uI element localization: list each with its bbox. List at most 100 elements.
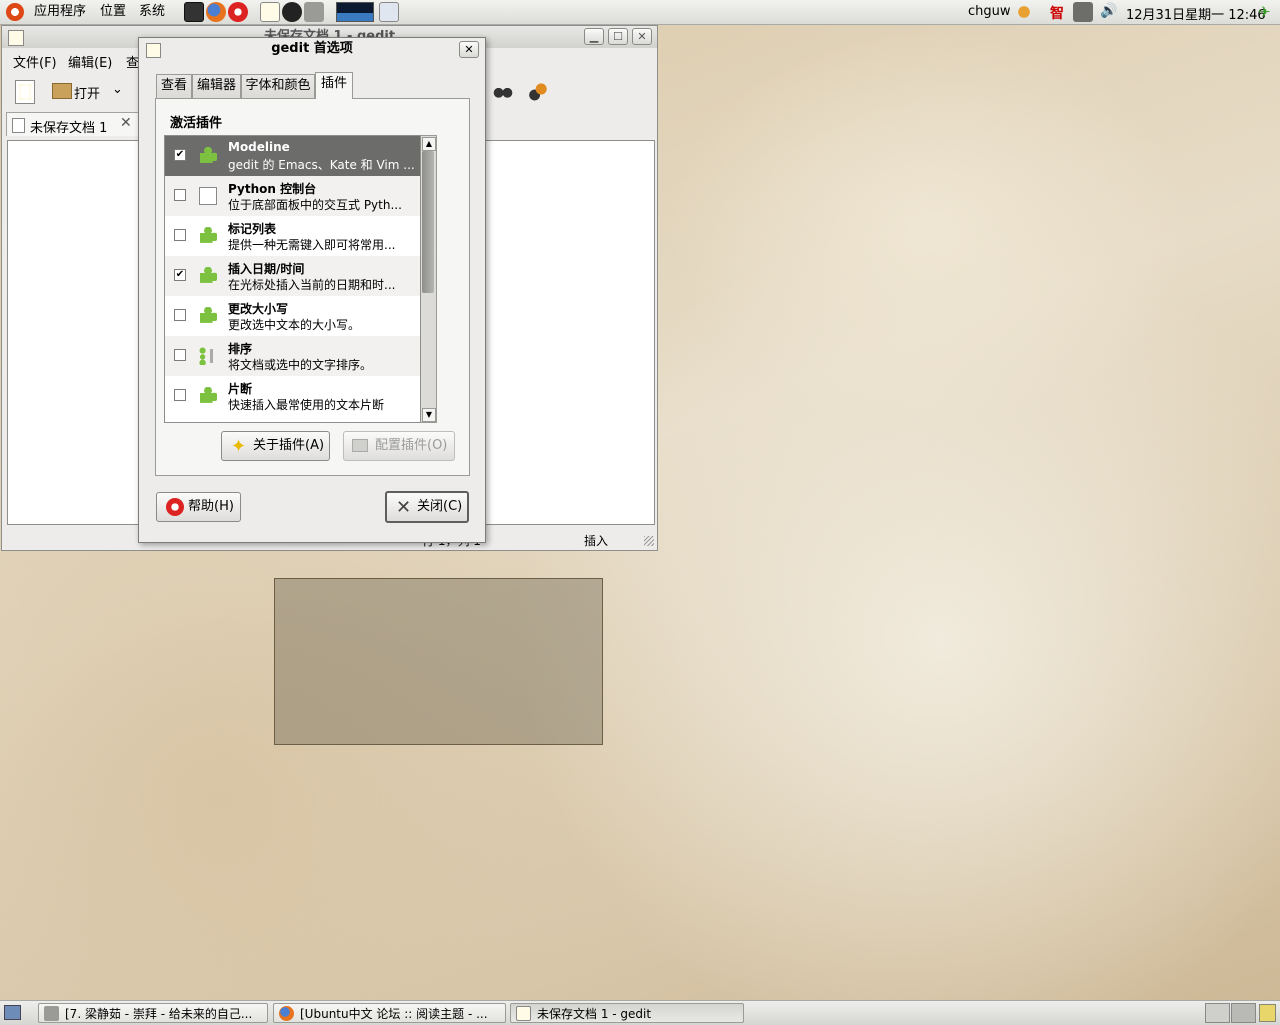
bottom-panel: [7. 梁静茹 - 崇拜 - 给未来的自己... [Ubuntu中文 论坛 ::… [0,1000,1280,1025]
workspace-switcher-1[interactable] [1205,1003,1230,1023]
system-monitor-graph[interactable] [336,2,374,22]
star-icon: ✦ [231,436,247,457]
scroll-up-arrow[interactable]: ▲ [422,137,436,151]
puzzle-piece-icon [199,227,217,245]
new-document-icon[interactable] [15,80,35,104]
close-tab-icon[interactable]: ✕ [120,115,132,131]
trash-icon[interactable] [1259,1004,1276,1022]
chevron-down-icon[interactable]: ⌄ [112,82,123,97]
help-lifebuoy-icon[interactable] [228,2,248,22]
help-label: 帮助(H) [188,499,234,514]
resize-grip[interactable] [644,536,654,546]
insert-mode: 插入 [584,534,609,548]
menu-file[interactable]: 文件(F) [13,52,57,71]
shutdown-icon[interactable]: ✈ [1258,3,1271,21]
taskbar-item-music-player[interactable]: [7. 梁静茹 - 崇拜 - 给未来的自己... [38,1003,268,1023]
plugin-row-modeline[interactable]: ✔ Modeline gedit 的 Emacs、Kate 和 Vim ... [165,136,420,176]
music-player-icon [44,1006,59,1021]
firefox-icon [279,1006,294,1021]
plugin-checkbox[interactable] [174,389,186,401]
taskbar-label: [7. 梁静茹 - 崇拜 - 给未来的自己... [65,1007,253,1021]
plugin-row-snippets[interactable]: 片断 快速插入最常使用的文本片断 [165,376,420,416]
network-icon[interactable] [1073,2,1093,22]
plugin-row-sort[interactable]: 排序 将文档或选中的文字排序。 [165,336,420,376]
find-icon[interactable] [492,82,514,100]
tab-plugins[interactable]: 插件 [315,72,353,99]
tab-view[interactable]: 查看 [156,74,192,98]
menu-system[interactable]: 系统 [133,0,171,24]
text-editor-icon [516,1006,531,1021]
plugin-row-change-case[interactable]: 更改大小写 更改选中文本的大小写。 [165,296,420,336]
username-label[interactable]: chguw [968,4,1011,19]
configure-plugin-label: 配置插件(O) [375,438,448,453]
plugin-list[interactable]: ✔ Modeline gedit 的 Emacs、Kate 和 Vim ... … [164,135,421,423]
taskbar-label: 未保存文档 1 - gedit [537,1007,652,1021]
plugin-description: gedit 的 Emacs、Kate 和 Vim ... [228,158,415,172]
taskbar-item-firefox[interactable]: [Ubuntu中文 论坛 :: 阅读主题 - ... [273,1003,506,1023]
scroll-down-arrow[interactable]: ▼ [422,408,436,422]
document-tab[interactable]: 未保存文档 1 ✕ [6,112,139,136]
sort-icon [199,347,217,365]
workspace-switcher-2[interactable] [1231,1003,1256,1023]
plugin-checkbox[interactable]: ✔ [174,149,186,161]
plugin-name: 标记列表 [228,222,277,236]
show-desktop-icon[interactable] [4,1005,21,1020]
about-plugin-button[interactable]: ✦ 关于插件(A) [221,431,330,461]
maximize-button[interactable]: ☐ [608,28,628,45]
input-method-icon[interactable]: 智 [1050,3,1064,23]
ubuntu-logo-icon[interactable] [6,3,24,21]
dialog-close-button[interactable]: ✕ [459,41,479,58]
plugin-row-insert-datetime[interactable]: ✔ 插入日期/时间 在光标处插入当前的日期和时... [165,256,420,296]
font-icon[interactable] [282,2,302,22]
terminal-icon[interactable] [184,2,204,22]
plugin-name: Python 控制台 [228,182,317,196]
plugin-row-tag-list[interactable]: 标记列表 提供一种无需键入即可将常用... [165,216,420,256]
minimize-button[interactable]: ▁ [584,28,604,45]
menu-applications[interactable]: 应用程序 [28,0,92,24]
replace-icon[interactable] [528,81,550,101]
taskbar-item-gedit[interactable]: 未保存文档 1 - gedit [510,1003,744,1023]
plugin-list-scrollbar[interactable]: ▲ ▼ [421,135,437,423]
firefox-icon[interactable] [206,2,226,22]
active-plugins-heading: 激活插件 [170,116,223,131]
plugin-checkbox[interactable] [174,349,186,361]
plugin-description: 在光标处插入当前的日期和时... [228,278,396,292]
scrollbar-thumb[interactable] [422,151,434,293]
plugin-description: 更改选中文本的大小写。 [228,318,361,332]
text-editor-icon[interactable] [260,2,280,22]
plugin-checkbox[interactable] [174,189,186,201]
camera-icon[interactable] [304,2,324,22]
plugin-checkbox[interactable] [174,309,186,321]
plugin-description: 位于底部面板中的交互式 Pyth... [228,198,402,212]
screenshot-icon[interactable] [379,2,399,22]
help-button[interactable]: 帮助(H) [156,492,241,522]
plugin-description: 快速插入最常使用的文本片断 [228,398,385,412]
menu-edit[interactable]: 编辑(E) [68,52,112,71]
document-icon [12,118,25,133]
preferences-dialog: gedit 首选项 ✕ 查看 编辑器 字体和颜色 插件 激活插件 ✔ Model… [138,37,486,543]
plugin-name: 更改大小写 [228,302,289,316]
puzzle-piece-icon [199,387,217,405]
tab-fonts-colors[interactable]: 字体和颜色 [241,74,315,98]
plugin-row-python-console[interactable]: Python 控制台 位于底部面板中的交互式 Pyth... [165,176,420,216]
puzzle-piece-icon [199,147,217,165]
close-button[interactable]: ✕ 关闭(C) [385,491,469,523]
puzzle-piece-icon [199,267,217,285]
network-switch-icon[interactable] [1014,2,1034,22]
close-window-button[interactable]: ✕ [632,28,652,45]
close-label: 关闭(C) [417,499,463,514]
plugin-checkbox[interactable] [174,229,186,241]
open-label: 打开 [74,87,101,102]
dialog-titlebar[interactable]: gedit 首选项 ✕ [139,38,485,60]
gedit-window-icon [8,30,24,46]
desktop-selection-rectangle [274,578,603,745]
configure-plugin-button[interactable]: 配置插件(O) [343,431,455,461]
plugin-checkbox[interactable]: ✔ [174,269,186,281]
clock[interactable]: 12月31日星期一 12:46 [1126,4,1266,23]
menu-places[interactable]: 位置 [94,0,132,24]
tab-editor[interactable]: 编辑器 [192,74,241,98]
help-lifebuoy-icon [166,498,184,516]
close-x-icon: ✕ [396,497,412,518]
open-button[interactable]: 打开 [50,80,110,104]
volume-icon[interactable]: 🔊 [1100,3,1117,19]
